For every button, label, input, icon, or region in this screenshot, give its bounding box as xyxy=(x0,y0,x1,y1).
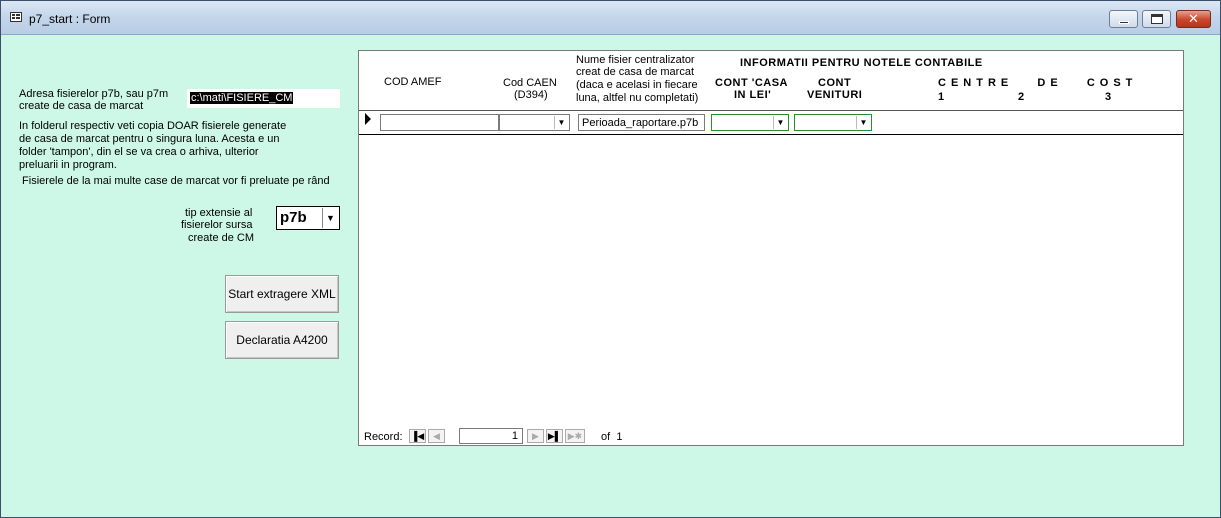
path-label-line2: create de casa de marcat xyxy=(19,100,144,112)
maximize-button[interactable] xyxy=(1142,10,1171,28)
start-extract-xml-button[interactable]: Start extragere XML xyxy=(225,275,339,313)
window-title: p7_start : Form xyxy=(29,12,111,26)
header-nume-fisier-1: Nume fisier centralizator xyxy=(576,54,695,66)
record-selector-icon[interactable] xyxy=(365,113,371,125)
previous-record-button[interactable]: ◀ xyxy=(428,429,445,443)
chevron-down-icon[interactable]: ▼ xyxy=(322,208,338,228)
cont-casa-select[interactable]: ▼ xyxy=(711,114,789,131)
declaration-a4200-button[interactable]: Declaratia A4200 xyxy=(225,321,339,359)
nume-fisier-value: Perioada_raportare.p7b xyxy=(582,117,699,129)
ext-label-line2: fisierelor sursa xyxy=(181,219,253,231)
info-line-1: In folderul respectiv veti copia DOAR fi… xyxy=(19,120,287,132)
header-cod-caen-2: (D394) xyxy=(514,89,548,101)
header-cod-amef: COD AMEF xyxy=(384,76,442,88)
info-line-5: Fisierele de la mai multe case de marcat… xyxy=(19,175,330,187)
cod-caen-select[interactable]: ▼ xyxy=(499,114,570,131)
info-line-3: folder 'tampon', din el se va crea o arh… xyxy=(19,146,259,158)
first-record-button[interactable]: ▐◀ xyxy=(409,429,426,443)
nume-fisier-input[interactable]: Perioada_raportare.p7b xyxy=(578,114,705,131)
cod-amef-input[interactable] xyxy=(380,114,499,131)
header-cont-casa-1: CONT 'CASA xyxy=(715,77,789,89)
path-input[interactable]: c:\mati\FISIERE_CM xyxy=(187,89,340,108)
maximize-icon xyxy=(1151,14,1163,24)
header-informatii: INFORMATII PENTRU NOTELE CONTABILE xyxy=(740,57,983,69)
table-row: ▼ Perioada_raportare.p7b ▼ ▼ xyxy=(359,111,1183,135)
ext-label-line3: create de CM xyxy=(188,232,255,244)
path-value: c:\mati\FISIERE_CM xyxy=(190,92,294,104)
extension-select[interactable]: p7b ▼ xyxy=(276,206,340,230)
header-nume-fisier-2: creat de casa de marcat xyxy=(576,66,695,78)
header-cont-venituri-1: CONT xyxy=(818,77,852,89)
last-record-button[interactable]: ▶▌ xyxy=(546,429,563,443)
header-cod-caen-1: Cod CAEN xyxy=(503,77,557,89)
record-label: Record: xyxy=(364,431,403,443)
record-total: of 1 xyxy=(601,431,623,443)
header-centre-de-cost: CENTRE DE COST xyxy=(938,77,1138,89)
new-record-button[interactable]: ▶✱ xyxy=(565,429,585,443)
cont-venituri-select[interactable]: ▼ xyxy=(794,114,872,131)
minimize-button[interactable] xyxy=(1109,10,1138,28)
close-button[interactable]: ✕ xyxy=(1176,10,1211,28)
header-cont-venituri-2: VENITURI xyxy=(807,89,863,101)
chevron-down-icon[interactable]: ▼ xyxy=(773,116,787,129)
form-window: p7_start : Form ✕ Adresa fisierelor p7b,… xyxy=(0,0,1221,518)
header-cc-3: 3 xyxy=(1105,91,1112,103)
next-record-button[interactable]: ▶ xyxy=(527,429,544,443)
chevron-down-icon[interactable]: ▼ xyxy=(856,116,870,129)
subform-body xyxy=(359,111,1183,445)
header-nume-fisier-3: (daca e acelasi in fiecare xyxy=(576,79,698,91)
title-bar[interactable]: p7_start : Form ✕ xyxy=(1,1,1220,35)
header-cc-2: 2 xyxy=(1018,91,1025,103)
ext-label-line1: tip extensie al xyxy=(185,207,253,219)
record-navigation: Record: ▐◀ ◀ 1 ▶ ▶▌ ▶✱ of 1 xyxy=(359,427,1183,445)
info-line-4: preluarii in program. xyxy=(19,159,117,171)
form-icon xyxy=(10,12,22,22)
extension-value: p7b xyxy=(280,209,307,226)
minimize-icon xyxy=(1119,21,1129,24)
path-label-line1: Adresa fisierelor p7b, sau p7m xyxy=(19,88,169,100)
close-icon: ✕ xyxy=(1188,11,1199,26)
subform-header: COD AMEF Cod CAEN (D394) Nume fisier cen… xyxy=(359,51,1183,111)
header-cc-1: 1 xyxy=(938,91,945,103)
current-record-input[interactable]: 1 xyxy=(459,428,523,444)
info-line-2: de casa de marcat pentru o singura luna.… xyxy=(19,133,280,145)
chevron-down-icon[interactable]: ▼ xyxy=(554,116,568,129)
subform: COD AMEF Cod CAEN (D394) Nume fisier cen… xyxy=(358,50,1184,446)
header-nume-fisier-4: luna, altfel nu completati) xyxy=(576,92,699,104)
header-cont-casa-2: IN LEI' xyxy=(734,89,772,101)
